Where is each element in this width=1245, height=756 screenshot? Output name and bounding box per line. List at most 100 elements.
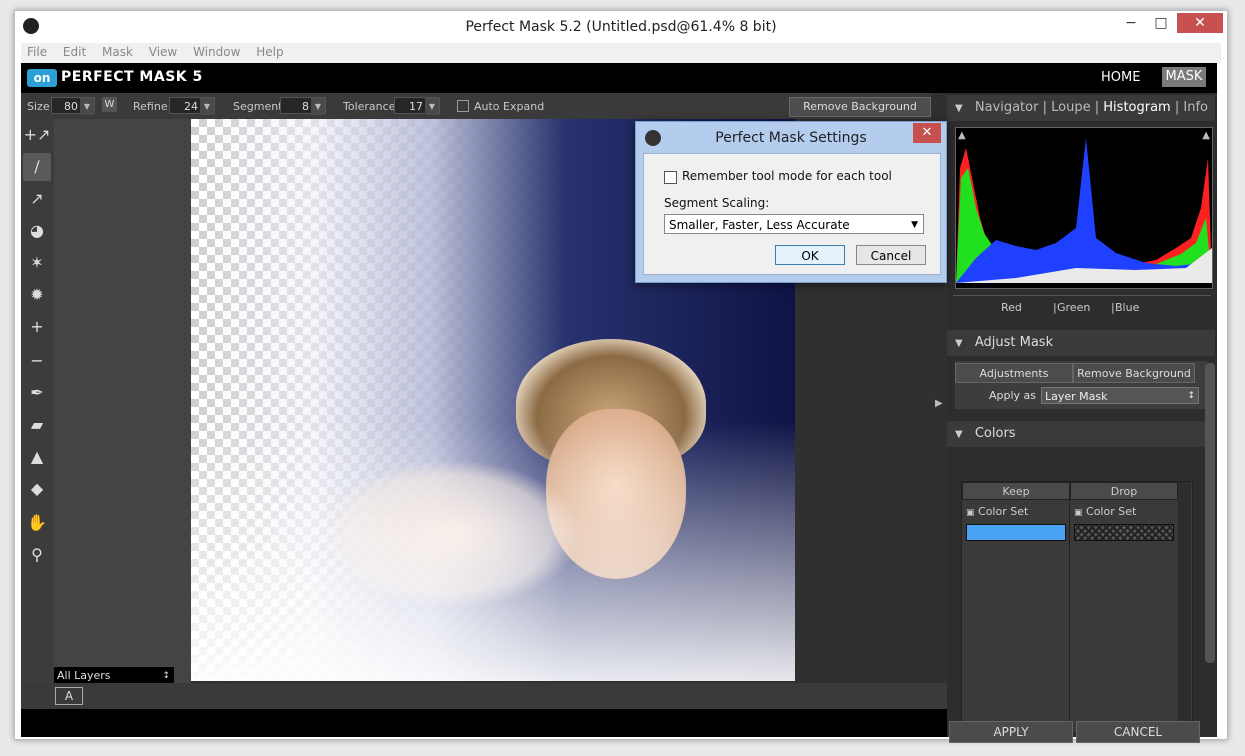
zoom-icon[interactable]: ⚲: [23, 541, 51, 569]
remember-tool-mode-label: Remember tool mode for each tool: [682, 169, 892, 183]
app-area: on PERFECT MASK 5 HOME MASK Size 80 ▼ W R…: [21, 63, 1217, 743]
mask-button[interactable]: MASK: [1162, 67, 1206, 87]
image-fog: [191, 421, 795, 681]
tab-separator: |: [1042, 100, 1047, 115]
keep-color-set-label: Color Set: [978, 505, 1029, 518]
navigator-panel-header: ▼ Navigator | Loupe | Histogram | Info: [947, 95, 1215, 121]
pen-icon[interactable]: ✒: [23, 379, 51, 407]
chevron-down-icon: ▼: [911, 220, 918, 230]
colors-header[interactable]: ▼ Colors: [947, 421, 1215, 447]
adjust-mask-header[interactable]: ▼ Adjust Mask: [947, 330, 1215, 356]
app-title: PERFECT MASK 5: [61, 69, 203, 85]
colors-scrollbar[interactable]: [1178, 482, 1191, 730]
keep-color-swatch[interactable]: [966, 524, 1066, 541]
eyedropper-icon[interactable]: ↗: [23, 185, 51, 213]
tab-separator: |: [1094, 100, 1100, 115]
keep-column-header: Keep: [962, 482, 1070, 500]
apply-as-label: Apply as: [989, 389, 1037, 402]
menu-bar: File Edit Mask View Window Help: [21, 43, 1221, 63]
cancel-button[interactable]: CANCEL: [1076, 721, 1200, 743]
triangle-down-icon[interactable]: ▼: [955, 422, 963, 448]
auto-expand-checkbox[interactable]: [457, 100, 469, 112]
bucket-icon[interactable]: ◆: [23, 475, 51, 503]
refine-value: 24: [184, 100, 198, 113]
keep-brush-icon[interactable]: +↗: [23, 121, 51, 149]
chevron-down-icon[interactable]: ▼: [80, 98, 94, 115]
apply-button[interactable]: APPLY: [949, 721, 1073, 743]
triangle-down-icon[interactable]: ▼: [955, 331, 963, 357]
menu-edit[interactable]: Edit: [57, 43, 92, 61]
chevron-down-icon[interactable]: ▼: [311, 98, 325, 115]
apply-as-select[interactable]: Layer Mask ↕: [1041, 387, 1199, 404]
dialog-title[interactable]: Perfect Mask Settings: [636, 122, 946, 152]
remove-background-panel-button[interactable]: Remove Background: [1073, 363, 1195, 383]
channel-red[interactable]: Red: [1001, 301, 1022, 314]
menu-window[interactable]: Window: [187, 43, 246, 61]
minimize-icon[interactable]: −: [1117, 13, 1145, 33]
tab-separator: |: [1174, 100, 1180, 115]
eraser-icon[interactable]: ▰: [23, 411, 51, 439]
adjustments-button[interactable]: Adjustments: [955, 363, 1073, 383]
home-button[interactable]: HOME: [1101, 70, 1140, 85]
clip-shadow-icon[interactable]: ▲: [958, 130, 966, 141]
menu-mask[interactable]: Mask: [96, 43, 139, 61]
app-header: on PERFECT MASK 5 HOME MASK: [21, 63, 1217, 93]
drop-icon[interactable]: ▲: [23, 443, 51, 471]
tab-loupe[interactable]: Loupe: [1051, 100, 1090, 115]
triangle-down-icon[interactable]: ▼: [955, 96, 963, 122]
colors-title: Colors: [974, 426, 1016, 441]
chevron-down-icon[interactable]: ▼: [425, 98, 439, 115]
tool-palette: +↗ ∕ ↗ ◕ ✶ ✹ + − ✒ ▰ ▲ ◆ ✋ ⚲: [21, 119, 54, 683]
tolerance-field[interactable]: 17 ▼: [394, 97, 440, 115]
spray-icon[interactable]: ✶: [23, 249, 51, 277]
splat-icon[interactable]: ✹: [23, 281, 51, 309]
app-window: Perfect Mask 5.2 (Untitled.psd@61.4% 8 b…: [14, 10, 1228, 743]
segment-scaling-select[interactable]: Smaller, Faster, Less Accurate ▼: [664, 214, 924, 234]
segment-scaling-label: Segment Scaling:: [664, 196, 770, 210]
layers-select-value: All Layers: [57, 669, 111, 682]
close-icon[interactable]: ✕: [1177, 13, 1223, 33]
hand-icon[interactable]: ✋: [23, 509, 51, 537]
menu-view[interactable]: View: [143, 43, 183, 61]
dialog-body: Remember tool mode for each tool Segment…: [643, 153, 941, 275]
size-field[interactable]: 80 ▼: [51, 97, 95, 115]
channel-blue[interactable]: Blue: [1115, 301, 1139, 314]
add-dropper-icon[interactable]: +: [23, 313, 51, 341]
menu-help[interactable]: Help: [250, 43, 289, 61]
drop-brush-icon[interactable]: ∕: [23, 153, 51, 181]
magic-brush-icon[interactable]: ◕: [23, 217, 51, 245]
toggle-icon: ▣: [966, 508, 975, 518]
subtract-dropper-icon[interactable]: −: [23, 347, 51, 375]
chevron-down-icon[interactable]: ▼: [200, 98, 214, 115]
maximize-icon[interactable]: □: [1147, 13, 1175, 33]
segment-value: 8: [302, 100, 309, 113]
clip-highlight-icon[interactable]: ▲: [1202, 130, 1210, 141]
panel-scrollbar[interactable]: [1205, 363, 1215, 663]
title-bar[interactable]: Perfect Mask 5.2 (Untitled.psd@61.4% 8 b…: [15, 11, 1227, 43]
tab-histogram[interactable]: Histogram: [1103, 100, 1170, 115]
colors-table: Keep Drop ▣ Color Set ▣ Color Set: [961, 481, 1193, 733]
adjust-mask-title: Adjust Mask: [974, 335, 1054, 350]
remove-background-button[interactable]: Remove Background: [789, 97, 931, 117]
settings-dialog: Perfect Mask Settings ✕ Remember tool mo…: [635, 121, 947, 283]
tool-options-bar: Size 80 ▼ W Refine 24 ▼ Segment 8 ▼ Toleran…: [21, 93, 931, 119]
keep-color-set[interactable]: ▣ Color Set: [966, 504, 1028, 520]
segment-field[interactable]: 8 ▼: [280, 97, 326, 115]
close-icon[interactable]: ✕: [913, 123, 941, 143]
chevron-right-icon[interactable]: ▶: [935, 398, 943, 409]
ok-button[interactable]: OK: [775, 245, 845, 265]
dialog-cancel-button[interactable]: Cancel: [856, 245, 926, 265]
tab-info[interactable]: Info: [1183, 100, 1208, 115]
toggle-icon: ▣: [1074, 508, 1083, 518]
menu-file[interactable]: File: [21, 43, 53, 61]
channel-green[interactable]: Green: [1057, 301, 1090, 314]
remember-tool-mode-checkbox[interactable]: [664, 171, 677, 184]
segment-scaling-value: Smaller, Faster, Less Accurate: [669, 218, 850, 232]
refine-field[interactable]: 24 ▼: [169, 97, 215, 115]
drop-color-set[interactable]: ▣ Color Set: [1074, 504, 1136, 520]
drop-color-swatch[interactable]: [1074, 524, 1174, 541]
a-button[interactable]: A: [55, 687, 83, 705]
tab-navigator[interactable]: Navigator: [975, 100, 1039, 115]
size-label: Size: [27, 100, 50, 113]
w-button[interactable]: W: [102, 97, 117, 112]
